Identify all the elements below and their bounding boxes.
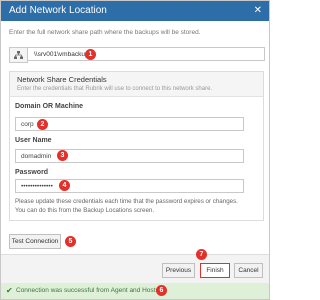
callout-badge-5: 5 — [65, 236, 76, 247]
check-icon: ✔ — [6, 286, 13, 295]
dialog-title: Add Network Location — [9, 5, 107, 16]
network-path-input[interactable]: \\srv001\vmbackup — [27, 47, 265, 61]
add-network-location-dialog: Add Network Location ✕ Enter the full ne… — [0, 0, 270, 300]
user-name-label: User Name — [15, 137, 52, 144]
dialog-title-bar: Add Network Location ✕ — [1, 1, 269, 21]
credentials-heading: Network Share Credentials — [17, 75, 107, 84]
callout-badge-2: 2 — [37, 119, 48, 130]
password-input[interactable]: •••••••••••••• — [15, 179, 244, 193]
close-icon[interactable]: ✕ — [254, 5, 262, 16]
credentials-panel-header: Network Share Credentials Enter the cred… — [10, 72, 263, 97]
domain-label: Domain OR Machine — [15, 103, 84, 110]
callout-badge-4: 4 — [59, 180, 70, 191]
user-name-input[interactable]: domadmin — [15, 149, 244, 163]
network-path-row: \\srv001\vmbackup — [9, 47, 267, 63]
finish-button[interactable]: Finish — [200, 263, 230, 278]
credentials-subheading: Enter the credentials that Rubrik will u… — [17, 86, 213, 92]
status-message: Connection was successful from Agent and… — [16, 287, 159, 294]
previous-button[interactable]: Previous — [162, 263, 195, 278]
intro-text: Enter the full network share path where … — [9, 29, 201, 36]
callout-badge-7: 7 — [196, 249, 207, 260]
callout-badge-1: 1 — [85, 49, 96, 60]
network-share-icon — [9, 47, 28, 63]
callout-badge-6: 6 — [156, 285, 167, 296]
test-connection-button[interactable]: Test Connection — [9, 234, 61, 249]
credentials-note: Please update these credentials each tim… — [15, 198, 238, 214]
cancel-button[interactable]: Cancel — [234, 263, 263, 278]
status-bar: ✔ Connection was successful from Agent a… — [1, 283, 269, 299]
domain-input[interactable]: corp — [15, 117, 244, 131]
callout-badge-3: 3 — [57, 150, 68, 161]
password-label: Password — [15, 169, 49, 176]
